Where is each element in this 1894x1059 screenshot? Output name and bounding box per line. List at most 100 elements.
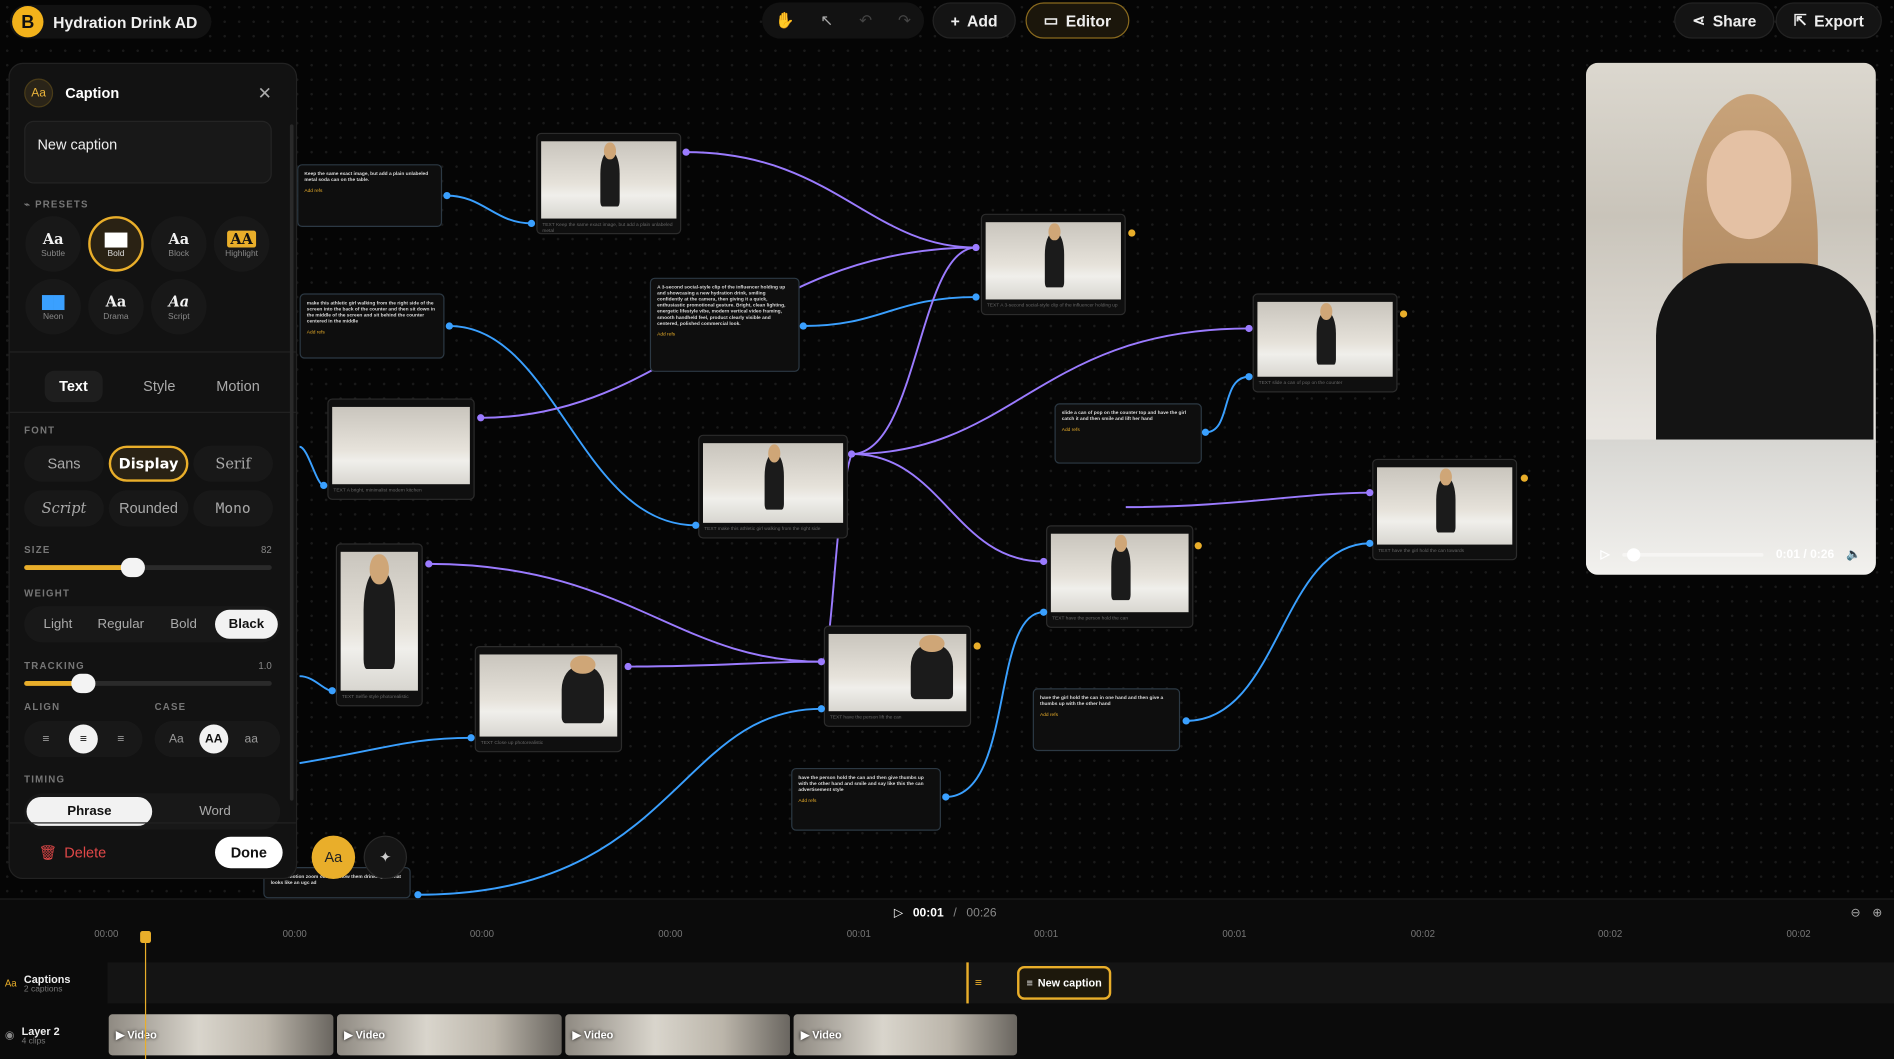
preset-block[interactable]: Aa Block	[150, 216, 207, 272]
font-display[interactable]: Display	[108, 445, 189, 482]
add-refs-link[interactable]: Add refs	[798, 797, 933, 803]
font-rounded[interactable]: Rounded	[108, 490, 189, 527]
size-slider[interactable]	[24, 557, 272, 578]
zoom-in-icon[interactable]: ⊕	[1872, 907, 1882, 920]
input-port[interactable]	[1366, 539, 1374, 547]
prompt-node[interactable]: Keep the same exact image, but add a pla…	[297, 164, 443, 228]
input-port[interactable]	[1366, 489, 1374, 497]
preset-subtle[interactable]: Aa Subtle	[25, 216, 81, 272]
output-port[interactable]	[414, 891, 422, 899]
panel-scrollbar[interactable]	[289, 124, 294, 801]
zoom-out-icon[interactable]: ⊖	[1851, 907, 1861, 920]
input-port[interactable]	[692, 521, 700, 529]
size-slider-knob[interactable]	[121, 557, 146, 578]
close-icon[interactable]: ✕	[258, 83, 272, 104]
done-button[interactable]: Done	[215, 836, 283, 869]
tracking-slider[interactable]	[24, 673, 272, 694]
add-refs-link[interactable]: Add refs	[1062, 426, 1195, 432]
image-node[interactable]: TEXT have the person hold the can	[1046, 525, 1194, 628]
prompt-node[interactable]: A 3-second social-style clip of the infl…	[649, 277, 800, 372]
input-port[interactable]	[328, 687, 336, 695]
output-port[interactable]	[973, 642, 981, 650]
input-port[interactable]	[972, 293, 980, 301]
case-lower[interactable]: aa	[237, 725, 266, 754]
output-port[interactable]	[1201, 428, 1210, 436]
preset-neon[interactable]: ▇▇ Neon	[25, 278, 81, 335]
image-node[interactable]: TEXT Close up photorealistic	[474, 646, 623, 753]
output-port[interactable]	[847, 450, 856, 458]
image-node[interactable]: TEXT Selfie style photorealistic	[335, 543, 423, 707]
magic-wand-icon[interactable]: ✦	[363, 835, 408, 880]
video-clip[interactable]: ▶ Video	[565, 1014, 790, 1056]
volume-icon[interactable]: 🔈	[1846, 548, 1861, 561]
output-port[interactable]	[799, 322, 807, 330]
prompt-node[interactable]: make this athletic girl walking from the…	[299, 293, 445, 359]
image-node[interactable]: TEXT A 3-second social-style clip of the…	[980, 213, 1126, 316]
tracking-slider-knob[interactable]	[71, 673, 96, 694]
add-refs-link[interactable]: Add refs	[1040, 711, 1173, 717]
input-port[interactable]	[1040, 608, 1048, 616]
input-port[interactable]	[1245, 373, 1253, 381]
input-port[interactable]	[1245, 324, 1253, 333]
output-port[interactable]	[477, 414, 485, 422]
add-refs-link[interactable]: Add refs	[304, 187, 434, 193]
image-node[interactable]: TEXT have the girl hold the can towards	[1372, 458, 1518, 561]
weight-light[interactable]: Light	[27, 610, 90, 639]
playhead[interactable]	[140, 930, 151, 1059]
image-node[interactable]: TEXT Keep the same exact image, but add …	[536, 132, 682, 235]
prompt-node[interactable]: have the person hold the can and then gi…	[791, 767, 941, 831]
prompt-node[interactable]: slide a can of pop on the counter top an…	[1054, 403, 1202, 464]
input-port[interactable]	[972, 243, 980, 252]
case-upper[interactable]: AA	[199, 724, 229, 754]
input-port[interactable]	[467, 734, 475, 742]
add-refs-link[interactable]: Add refs	[307, 328, 437, 334]
image-node[interactable]: TEXT make this athletic girl walking fro…	[698, 434, 848, 539]
preset-bold[interactable]: ▇▇ Bold	[88, 216, 144, 272]
align-left-icon[interactable]: ≡	[31, 725, 60, 754]
play-icon[interactable]: ▷	[894, 907, 903, 920]
tab-text[interactable]: Text	[44, 370, 103, 403]
input-port[interactable]	[817, 705, 825, 713]
preset-drama[interactable]: Aa Drama	[88, 278, 144, 335]
input-port[interactable]	[527, 219, 536, 228]
case-title[interactable]: Aa	[162, 725, 191, 754]
output-port[interactable]	[942, 793, 950, 801]
image-node[interactable]: TEXT slide a can of pop on the counter	[1252, 293, 1398, 393]
font-serif[interactable]: Serif	[193, 445, 273, 482]
caption-text-input[interactable]: New caption	[24, 120, 272, 184]
input-port[interactable]	[817, 658, 825, 666]
add-caption-fab[interactable]: Aa	[311, 835, 356, 880]
input-port[interactable]	[1040, 557, 1048, 566]
align-right-icon[interactable]: ≡	[106, 725, 135, 754]
output-port[interactable]	[1182, 717, 1190, 725]
weight-bold[interactable]: Bold	[152, 610, 215, 639]
image-node[interactable]: TEXT have the person lift the can	[823, 625, 972, 727]
prompt-node[interactable]: have the girl hold the can in one hand a…	[1032, 688, 1181, 752]
output-port[interactable]	[1194, 542, 1202, 550]
align-center-icon[interactable]: ≡	[68, 724, 98, 754]
output-port[interactable]	[1520, 474, 1528, 482]
preset-highlight[interactable]: AA Highlight	[213, 216, 270, 272]
output-port[interactable]	[624, 662, 632, 671]
weight-regular[interactable]: Regular	[89, 610, 152, 639]
output-port[interactable]	[1399, 310, 1408, 318]
output-port[interactable]	[682, 148, 690, 156]
add-refs-link[interactable]: Add refs	[657, 331, 792, 337]
caption-clip-marker[interactable]: ≡	[966, 962, 988, 1004]
tab-style[interactable]: Style	[143, 378, 175, 395]
video-clip[interactable]: ▶ Video	[108, 1014, 334, 1056]
video-clip[interactable]: ▶ Video	[337, 1014, 562, 1056]
preview-scrubber[interactable]	[1621, 547, 1764, 561]
video-preview[interactable]: ▷ 0:01 / 0:26 🔈	[1585, 62, 1876, 575]
output-port[interactable]	[443, 191, 451, 200]
font-script[interactable]: Script	[24, 490, 104, 527]
play-icon[interactable]: ▷	[1600, 548, 1609, 561]
image-node[interactable]: TEXT A bright, minimalist modern kitchen	[327, 398, 475, 500]
weight-black[interactable]: Black	[215, 609, 278, 639]
scrubber-knob[interactable]	[1627, 547, 1641, 561]
font-sans[interactable]: Sans	[24, 445, 104, 482]
input-port[interactable]	[320, 481, 328, 490]
output-port[interactable]	[425, 560, 433, 568]
output-port[interactable]	[1128, 229, 1136, 237]
tab-motion[interactable]: Motion	[216, 378, 260, 395]
